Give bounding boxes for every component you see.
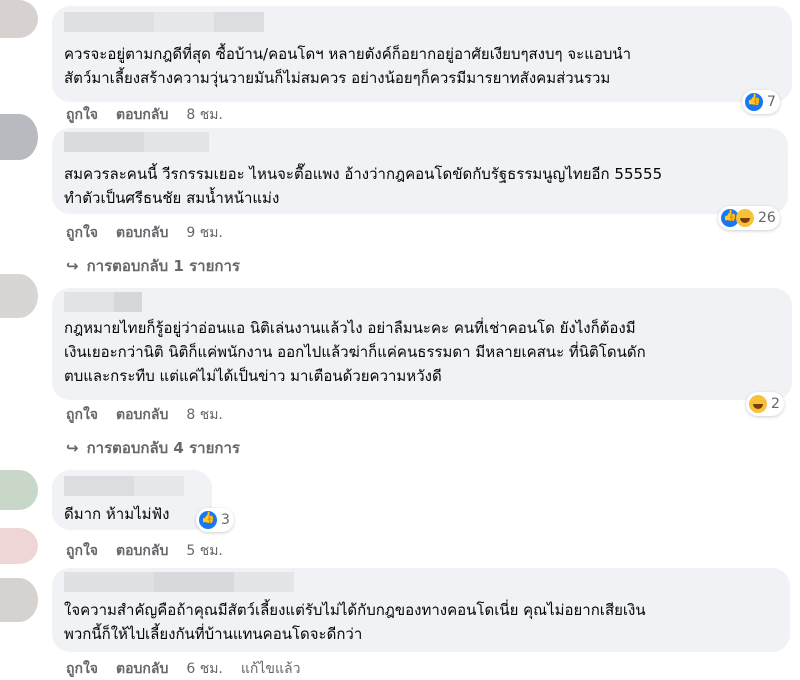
comment-actions: ถูกใจ ตอบกลับ 6 ชม. แก้ไขแล้ว <box>66 658 318 680</box>
avatar[interactable] <box>0 274 38 318</box>
replies-count-label: การตอบกลับ 4 รายการ <box>86 439 240 457</box>
comment-text: ใจความสำคัญคือถ้าคุณมีสัตว์เลี้ยงแต่รับไ… <box>64 601 646 643</box>
reaction-count: 7 <box>767 94 776 110</box>
haha-reaction-icon <box>736 209 754 227</box>
reply-button[interactable]: ตอบกลับ <box>116 222 168 244</box>
comment-bubble: ดีมาก ห้ามไม่ฟัง 3 <box>52 470 234 532</box>
edited-label: แก้ไขแล้ว <box>240 661 301 677</box>
comment-bubble: ควรจะอยู่ตามกฎดีที่สุด ซื้อบ้าน/คอนโดฯ ห… <box>52 6 792 114</box>
timestamp[interactable]: 9 ชม. <box>186 222 223 244</box>
like-button[interactable]: ถูกใจ <box>66 104 98 126</box>
timestamp[interactable]: 8 ชม. <box>186 104 223 126</box>
reaction-count: 26 <box>758 210 776 226</box>
haha-reaction-icon <box>749 395 767 413</box>
avatar[interactable] <box>0 470 38 510</box>
reaction-summary[interactable]: 7 <box>742 90 780 114</box>
reaction-summary[interactable]: 2 <box>746 392 784 416</box>
like-button[interactable]: ถูกใจ <box>66 540 98 562</box>
comment-actions: ถูกใจ ตอบกลับ 8 ชม. <box>66 104 241 126</box>
comment-bubble: ใจความสำคัญคือถ้าคุณมีสัตว์เลี้ยงแต่รับไ… <box>52 568 790 652</box>
like-reaction-icon <box>745 93 763 111</box>
view-replies-link[interactable]: ↪ การตอบกลับ 4 รายการ <box>66 436 240 460</box>
like-reaction-icon <box>199 511 217 529</box>
reply-arrow-icon: ↪ <box>66 257 79 275</box>
timestamp[interactable]: 8 ชม. <box>186 404 223 426</box>
like-button[interactable]: ถูกใจ <box>66 222 98 244</box>
avatar[interactable] <box>0 578 38 622</box>
avatar[interactable] <box>0 114 38 160</box>
reaction-count: 2 <box>771 396 780 412</box>
reply-button[interactable]: ตอบกลับ <box>116 404 168 426</box>
comment-text: สมควรละคนนี้ วีรกรรมเยอะ ไหนจะตื๊อแพง อ้… <box>64 165 663 207</box>
blurred-author-name[interactable] <box>64 476 184 496</box>
reaction-count: 3 <box>221 512 230 528</box>
like-button[interactable]: ถูกใจ <box>66 404 98 426</box>
blurred-author-name[interactable] <box>64 12 264 32</box>
reply-button[interactable]: ตอบกลับ <box>116 104 168 126</box>
timestamp[interactable]: 5 ชม. <box>186 540 223 562</box>
view-replies-link[interactable]: ↪ การตอบกลับ 1 รายการ <box>66 254 240 278</box>
comment-text: ควรจะอยู่ตามกฎดีที่สุด ซื้อบ้าน/คอนโดฯ ห… <box>64 45 632 87</box>
reply-arrow-icon: ↪ <box>66 439 79 457</box>
blurred-author-name[interactable] <box>64 292 142 312</box>
blurred-author-name[interactable] <box>64 132 209 152</box>
like-button[interactable]: ถูกใจ <box>66 658 98 680</box>
comment-actions: ถูกใจ ตอบกลับ 5 ชม. <box>66 540 241 562</box>
reply-button[interactable]: ตอบกลับ <box>116 658 168 680</box>
avatar[interactable] <box>0 0 38 38</box>
timestamp[interactable]: 6 ชม. <box>186 658 223 680</box>
replies-count-label: การตอบกลับ 1 รายการ <box>86 257 240 275</box>
avatar-partial <box>0 528 38 564</box>
reaction-summary[interactable]: 3 <box>196 508 234 532</box>
comment-text: ดีมาก ห้ามไม่ฟัง <box>64 505 170 523</box>
blurred-author-name[interactable] <box>64 572 294 592</box>
comment-actions: ถูกใจ ตอบกลับ 8 ชม. <box>66 404 241 426</box>
comment-actions: ถูกใจ ตอบกลับ 9 ชม. <box>66 222 241 244</box>
comment-bubble: กฎหมายไทยก็รู้อยู่ว่าอ่อนแอ นิติเล่นงานแ… <box>52 288 792 416</box>
reaction-summary[interactable]: 26 <box>718 206 780 230</box>
reply-button[interactable]: ตอบกลับ <box>116 540 168 562</box>
comment-bubble: สมควรละคนนี้ วีรกรรมเยอะ ไหนจะตื๊อแพง อ้… <box>52 128 788 230</box>
comment-text: กฎหมายไทยก็รู้อยู่ว่าอ่อนแอ นิติเล่นงานแ… <box>64 319 646 385</box>
